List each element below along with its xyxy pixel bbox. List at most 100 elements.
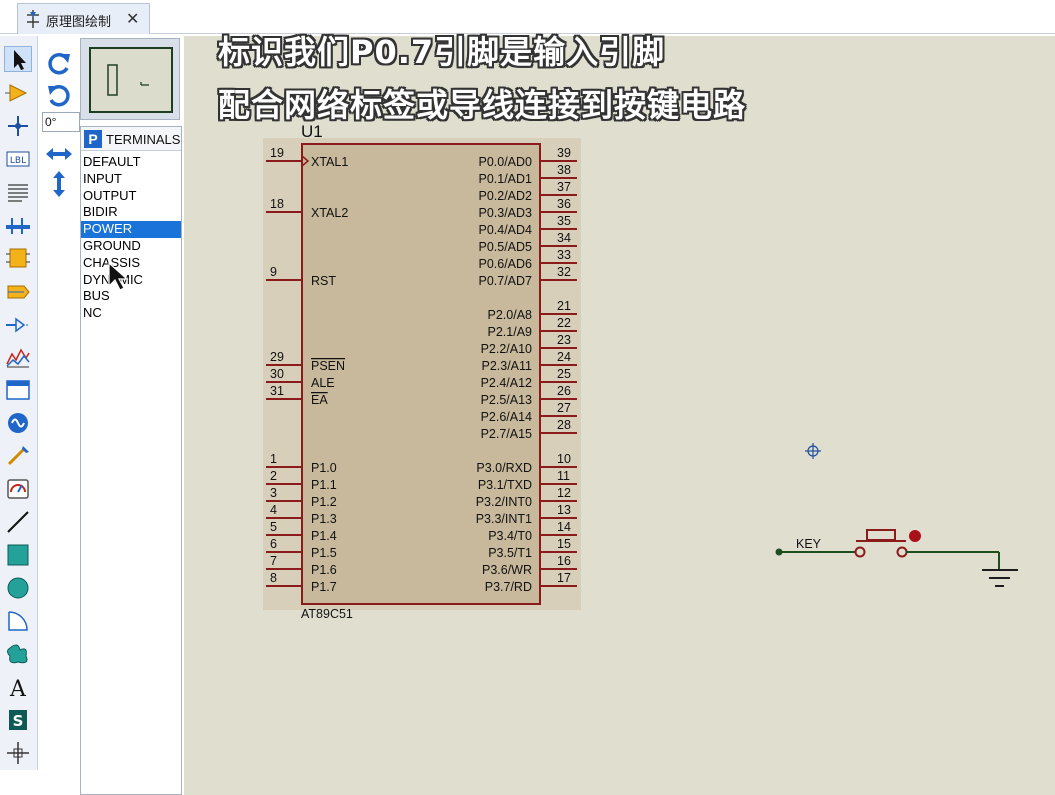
marker-button[interactable]: [4, 740, 32, 766]
pin-name: P0.0/AD0: [478, 155, 532, 169]
rotation-angle-field[interactable]: [42, 112, 80, 132]
pin-name: P1.3: [311, 512, 337, 526]
pin-number: 3: [270, 486, 277, 500]
pin-number: 38: [557, 163, 571, 177]
pin-number: 8: [270, 571, 277, 585]
rotate-anticlockwise-button[interactable]: [44, 82, 74, 110]
terminal-item-power[interactable]: POWER: [81, 221, 181, 238]
pin-name: P2.4/A12: [481, 376, 532, 390]
schematic-canvas[interactable]: U1 AT89C51 19 XTAL1 18 XTAL2 9 RST 29 PSEN 30 ALE 31…: [184, 36, 1055, 795]
pin-number: 19: [270, 146, 284, 160]
tape-recorder-button[interactable]: [4, 377, 32, 403]
pin-number: 7: [270, 554, 277, 568]
pin-name: P0.1/AD1: [478, 172, 532, 186]
pin-name: P0.3/AD3: [478, 206, 532, 220]
path-icon: [7, 644, 28, 664]
pin-name: ALE: [311, 376, 335, 390]
pin-number: 32: [557, 265, 571, 279]
pin-name: P3.1/TXD: [478, 478, 532, 492]
button-actuator: [909, 530, 921, 542]
pin-name: P0.2/AD2: [478, 189, 532, 203]
line-icon: [7, 511, 29, 533]
terminal-item-nc[interactable]: NC: [81, 305, 181, 322]
terminal-item-bidir[interactable]: BIDIR: [81, 204, 181, 221]
junction-button[interactable]: [4, 113, 32, 139]
box-button[interactable]: [4, 542, 32, 568]
terminal-item-dynamic[interactable]: DYNAMIC: [81, 272, 181, 289]
line-button[interactable]: [4, 509, 32, 535]
rotate-clockwise-button[interactable]: [44, 50, 74, 78]
graph-button[interactable]: [4, 344, 32, 370]
pin-number: 4: [270, 503, 277, 517]
pin-number: 28: [557, 418, 571, 432]
pin-number: 24: [557, 350, 571, 364]
terminal-item-ground[interactable]: GROUND: [81, 238, 181, 255]
terminal-list: DEFAULT INPUT OUTPUT BIDIR POWER GROUND CHASSI…: [81, 154, 181, 322]
subcircuit-button[interactable]: [4, 245, 32, 271]
object-selector: P TERMINALS DEFAULT INPUT OUTPUT BIDIR POWER…: [80, 126, 182, 795]
selection-arrow-button[interactable]: [4, 46, 32, 72]
terminal-button[interactable]: [4, 279, 32, 305]
text-button[interactable]: A: [4, 674, 32, 702]
pin-name: P3.4/T0: [488, 529, 532, 543]
svg-text:S: S: [13, 712, 24, 730]
preview-sheet: [89, 47, 173, 113]
chip-part-name: AT89C51: [301, 607, 353, 621]
pin-number: 30: [270, 367, 284, 381]
pin-number: 33: [557, 248, 571, 262]
pin-name: P3.7/RD: [485, 580, 532, 594]
flip-vertical-button[interactable]: [44, 170, 74, 198]
pin-number: 23: [557, 333, 571, 347]
path-button[interactable]: [4, 641, 32, 667]
generator-icon: [8, 413, 28, 433]
box-icon: [7, 544, 29, 566]
bus-button[interactable]: [4, 212, 32, 238]
svg-text:LBL: LBL: [10, 156, 26, 166]
voltage-probe-button[interactable]: [4, 443, 32, 469]
virtual-instrument-button[interactable]: [4, 476, 32, 502]
pin-number: 17: [557, 571, 571, 585]
symbol-icon: S: [9, 710, 27, 730]
device-pin-button[interactable]: [4, 312, 32, 338]
pin-number: 34: [557, 231, 571, 245]
flip-horizontal-button[interactable]: [44, 140, 74, 168]
orientation-toolbar: [38, 36, 80, 770]
pin-name: P3.0/RXD: [476, 461, 532, 475]
symbol-button[interactable]: S: [4, 707, 32, 733]
object-selector-title: TERMINALS: [106, 132, 181, 147]
terminal-item-chassis[interactable]: CHASSIS: [81, 255, 181, 272]
component-button[interactable]: [4, 80, 32, 106]
junction-icon: [8, 116, 28, 136]
terminal-item-bus[interactable]: BUS: [81, 288, 181, 305]
text-icon: A: [9, 677, 27, 702]
pin-name: P2.0/A8: [488, 308, 533, 322]
pin-number: 36: [557, 197, 571, 211]
pin-name: P3.6/WR: [482, 563, 532, 577]
terminal-item-default[interactable]: DEFAULT: [81, 154, 181, 171]
text-script-icon: [8, 184, 28, 202]
pin-number: 29: [270, 350, 284, 364]
terminal-item-output[interactable]: OUTPUT: [81, 188, 181, 205]
overview-preview[interactable]: [80, 38, 180, 120]
pin-name: P2.2/A10: [481, 342, 532, 356]
tab-schematic-capture[interactable]: 原理图绘制 ✕: [17, 3, 150, 34]
pin-name: P1.2: [311, 495, 337, 509]
arc-button[interactable]: [4, 608, 32, 634]
pin-number: 26: [557, 384, 571, 398]
subcircuit-icon: [6, 248, 30, 268]
pick-devices-button[interactable]: P: [84, 130, 102, 148]
pin-name: P0.4/AD4: [478, 223, 532, 237]
wire-label-icon: LBL: [6, 151, 30, 167]
pin-name: P0.6/AD6: [478, 257, 532, 271]
pin-number: 12: [557, 486, 571, 500]
button-cap: [866, 529, 896, 541]
tab-close-icon[interactable]: ✕: [126, 9, 139, 29]
pin-name: P2.1/A9: [488, 325, 533, 339]
generator-button[interactable]: [4, 410, 32, 436]
wire-label-button[interactable]: LBL: [4, 146, 32, 172]
flip-horizontal-icon: [46, 148, 72, 160]
circle-button[interactable]: [4, 575, 32, 601]
terminal-item-input[interactable]: INPUT: [81, 171, 181, 188]
caption-line-1: 标识我们P0.7引脚是输入引脚: [218, 33, 666, 71]
text-script-button[interactable]: [4, 179, 32, 205]
